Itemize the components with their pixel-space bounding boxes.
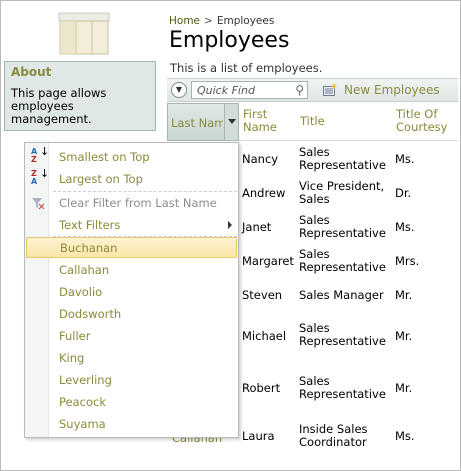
menu-value-label: Peacock bbox=[59, 395, 106, 409]
table-row[interactable]: Steven Sales Manager Mr. bbox=[238, 282, 458, 316]
table-row[interactable]: Janet Sales Representative Ms. bbox=[238, 214, 458, 248]
menu-item-label: Smallest on Top bbox=[59, 150, 150, 164]
menu-value-label: Davolio bbox=[59, 285, 103, 299]
cell-courtesy: Ms. bbox=[395, 152, 415, 166]
new-record-icon[interactable] bbox=[323, 83, 337, 96]
menu-value-label: King bbox=[59, 351, 85, 365]
app-logo-icon bbox=[58, 12, 110, 55]
cell-courtesy: Mr. bbox=[395, 381, 413, 395]
breadcrumb-current: Employees bbox=[216, 15, 275, 27]
menu-item-sort-ascending[interactable]: AZ ↓ Smallest on Top bbox=[25, 146, 238, 167]
page-title: Employees bbox=[169, 28, 290, 53]
sort-descending-icon: ZA ↓ bbox=[31, 167, 50, 186]
quick-find-input[interactable]: Quick Find ⚲ bbox=[191, 81, 308, 99]
cell-courtesy: Ms. bbox=[395, 429, 415, 443]
search-icon[interactable]: ⚲ bbox=[295, 83, 304, 97]
column-dropdown-button[interactable] bbox=[224, 104, 238, 140]
page-description: This is a list of employees. bbox=[170, 61, 323, 75]
menu-item-label: Largest on Top bbox=[59, 172, 143, 186]
chevron-down-icon bbox=[228, 119, 236, 124]
cell-title: Sales Representative bbox=[299, 321, 386, 348]
cell-title: Sales Representative bbox=[299, 247, 386, 274]
menu-value-label: Leverling bbox=[59, 373, 112, 387]
about-text: This page allows employees management. bbox=[11, 86, 107, 126]
menu-value-peacock[interactable]: Peacock bbox=[25, 391, 238, 412]
action-bar: ▼ Quick Find ⚲ New Employees bbox=[167, 78, 458, 102]
column-header-title[interactable]: Title bbox=[300, 115, 325, 128]
menu-item-label: Text Filters bbox=[59, 218, 121, 232]
menu-value-label: Buchanan bbox=[60, 241, 118, 255]
cell-first-name: Margaret bbox=[242, 254, 294, 268]
menu-item-label: Clear Filter from Last Name bbox=[59, 196, 217, 210]
menu-value-dodsworth[interactable]: Dodsworth bbox=[25, 303, 238, 324]
menu-value-callahan[interactable]: Callahan bbox=[25, 259, 238, 280]
cell-title: Inside Sales Coordinator bbox=[299, 422, 368, 449]
menu-value-label: Callahan bbox=[59, 263, 110, 277]
grid-header: Last Nam First Name Title Title Of Court… bbox=[167, 103, 458, 141]
cell-title: Vice President, Sales bbox=[299, 179, 385, 206]
column-header-title-of-courtesy[interactable]: Title Of Courtesy bbox=[396, 108, 456, 134]
menu-value-label: Fuller bbox=[59, 329, 91, 343]
menu-item-clear-filter: Clear Filter from Last Name bbox=[25, 192, 238, 213]
table-row[interactable]: Michael Sales Representative Mr. bbox=[238, 316, 458, 350]
column-header-last-name-label: Last Nam bbox=[171, 116, 223, 130]
breadcrumb-home-link[interactable]: Home bbox=[169, 15, 200, 27]
cell-title: Sales Representative bbox=[299, 374, 386, 401]
table-row[interactable]: Robert Sales Representative Mr. bbox=[238, 368, 458, 402]
breadcrumb-separator: > bbox=[204, 15, 213, 27]
cell-courtesy: Dr. bbox=[395, 186, 412, 200]
cell-title: Sales Representative bbox=[299, 213, 386, 240]
cell-courtesy: Mr. bbox=[395, 329, 413, 343]
cell-title: Sales Manager bbox=[299, 288, 384, 302]
menu-value-leverling[interactable]: Leverling bbox=[25, 369, 238, 390]
table-row[interactable]: Laura Inside Sales Coordinator Ms. bbox=[238, 416, 458, 450]
cell-first-name: Nancy bbox=[242, 152, 279, 166]
cell-first-name: Laura bbox=[242, 429, 275, 443]
cell-first-name: Andrew bbox=[242, 186, 286, 200]
menu-item-sort-descending[interactable]: ZA ↓ Largest on Top bbox=[25, 168, 238, 189]
menu-value-suyama[interactable]: Suyama bbox=[25, 413, 238, 434]
column-header-first-name[interactable]: First Name bbox=[243, 108, 287, 134]
menu-item-text-filters[interactable]: Text Filters bbox=[25, 214, 238, 235]
cell-first-name: Janet bbox=[242, 220, 272, 234]
cell-first-name: Robert bbox=[242, 381, 281, 395]
about-panel: About This page allows employees managem… bbox=[4, 61, 156, 131]
cell-first-name: Michael bbox=[242, 329, 287, 343]
menu-value-label: Dodsworth bbox=[59, 307, 122, 321]
quick-find-placeholder: Quick Find bbox=[197, 84, 255, 97]
table-row[interactable]: Margaret Sales Representative Mrs. bbox=[238, 248, 458, 282]
chevron-right-icon bbox=[228, 221, 232, 229]
chevron-down-icon[interactable]: ▼ bbox=[171, 82, 187, 98]
menu-value-buchanan[interactable]: Buchanan bbox=[26, 237, 237, 258]
about-title: About bbox=[11, 65, 52, 79]
menu-value-fuller[interactable]: Fuller bbox=[25, 325, 238, 346]
menu-value-king[interactable]: King bbox=[25, 347, 238, 368]
menu-value-davolio[interactable]: Davolio bbox=[25, 281, 238, 302]
cell-title: Sales Representative bbox=[299, 145, 386, 172]
menu-value-label: Suyama bbox=[59, 417, 106, 431]
column-filter-menu: AZ ↓ Smallest on Top ZA ↓ Largest on Top… bbox=[24, 142, 239, 438]
column-header-last-name[interactable]: Last Nam bbox=[167, 103, 239, 141]
new-employees-button[interactable]: New Employees bbox=[344, 83, 440, 97]
cell-first-name: Steven bbox=[242, 288, 283, 302]
cell-courtesy: Mr. bbox=[395, 288, 413, 302]
breadcrumb: Home > Employees bbox=[169, 15, 274, 27]
clear-filter-icon bbox=[32, 198, 45, 210]
table-row[interactable]: Andrew Vice President, Sales Dr. bbox=[238, 180, 458, 214]
cell-courtesy: Mrs. bbox=[395, 254, 420, 268]
table-row[interactable]: Nancy Sales Representative Ms. bbox=[238, 146, 458, 180]
cell-courtesy: Ms. bbox=[395, 220, 415, 234]
sort-ascending-icon: AZ ↓ bbox=[31, 145, 50, 164]
